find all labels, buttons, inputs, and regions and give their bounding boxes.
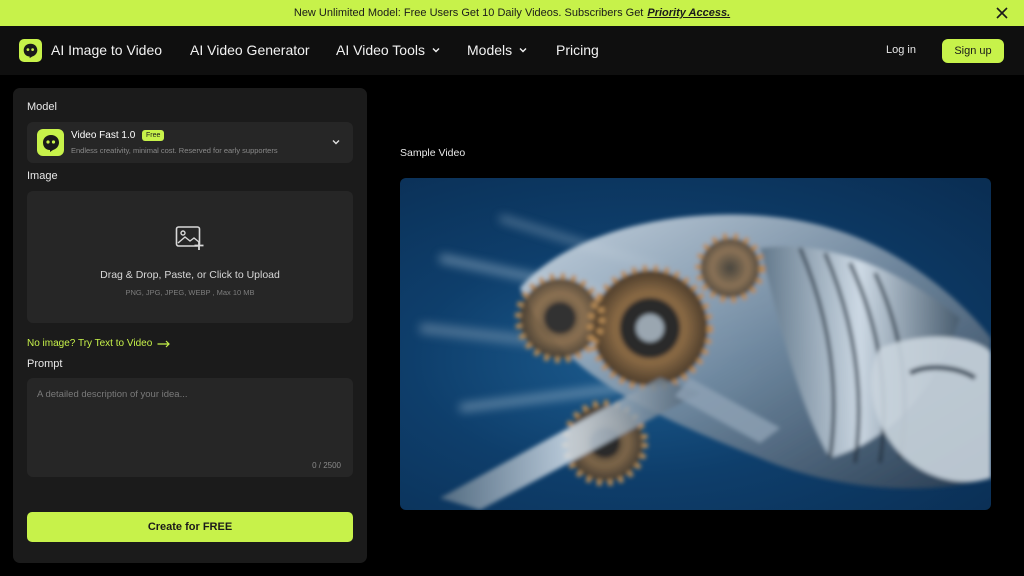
sample-video-player[interactable] <box>400 178 991 510</box>
model-label: Model <box>27 101 57 113</box>
nav-ai-video-tools[interactable]: AI Video Tools <box>336 42 441 58</box>
nav-label: AI Image to Video <box>51 42 163 58</box>
image-upload-dropzone[interactable]: Drag & Drop, Paste, or Click to Upload P… <box>27 191 353 323</box>
sample-video-label: Sample Video <box>400 147 466 159</box>
generation-panel: Model Video Fast 1.0 Free Endless creati… <box>13 88 367 563</box>
nav-label: AI Video Generator <box>190 42 310 58</box>
model-selector[interactable]: Video Fast 1.0 Free Endless creativity, … <box>27 122 353 163</box>
announcement-banner: New Unlimited Model: Free Users Get 10 D… <box>0 0 1024 26</box>
nav-label: Pricing <box>556 42 599 58</box>
nav-label: Models <box>467 42 513 58</box>
text-to-video-label: No image? Try Text to Video <box>27 338 153 349</box>
banner-text: New Unlimited Model: Free Users Get 10 D… <box>293 7 644 19</box>
prompt-character-counter: 0 / 2500 <box>312 461 341 470</box>
nav-models[interactable]: Models <box>467 42 528 58</box>
upload-title: Drag & Drop, Paste, or Click to Upload <box>100 269 280 281</box>
arrow-right-icon <box>157 340 171 347</box>
upload-formats: PNG, JPG, JPEG, WEBP , Max 10 MB <box>125 288 255 297</box>
logo-icon[interactable] <box>19 39 42 62</box>
nav-pricing[interactable]: Pricing <box>556 42 599 58</box>
image-label: Image <box>27 170 58 182</box>
close-icon[interactable] <box>994 5 1010 21</box>
model-logo-icon <box>37 129 64 156</box>
prompt-label: Prompt <box>27 358 63 370</box>
image-add-icon <box>175 226 204 250</box>
nav-label: AI Video Tools <box>336 42 425 58</box>
chevron-down-icon <box>432 48 440 53</box>
signup-button[interactable]: Sign up <box>942 39 1004 63</box>
chevron-down-icon <box>332 140 340 145</box>
create-button[interactable]: Create for FREE <box>27 512 353 542</box>
model-name: Video Fast 1.0 <box>71 130 136 141</box>
sample-video-frame <box>419 214 991 510</box>
priority-access-link[interactable]: Priority Access. <box>647 7 730 19</box>
free-badge: Free <box>142 130 165 141</box>
text-to-video-link[interactable]: No image? Try Text to Video <box>27 338 171 349</box>
top-navigation: AI Image to Video AI Video Generator AI … <box>0 26 1024 75</box>
chevron-down-icon <box>519 48 527 53</box>
nav-ai-video-generator[interactable]: AI Video Generator <box>190 42 310 58</box>
model-description: Endless creativity, minimal cost. Reserv… <box>71 146 278 155</box>
prompt-input[interactable] <box>27 378 353 477</box>
login-link[interactable]: Log in <box>886 44 916 56</box>
nav-ai-image-to-video[interactable]: AI Image to Video <box>51 42 162 58</box>
